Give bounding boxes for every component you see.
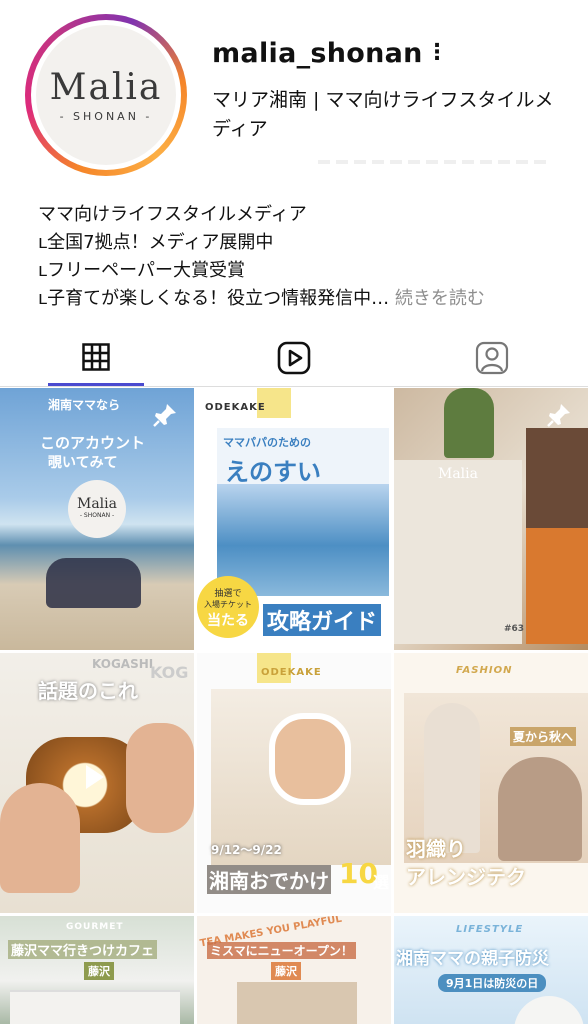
post-thumbnail[interactable]: FASHION 夏から秋へ 羽織り アレンジテク	[394, 653, 588, 913]
post-logo-subtext: - SHONAN -	[79, 512, 115, 519]
post-thumbnail[interactable]: Malia #63	[394, 388, 588, 650]
family-photo	[46, 558, 141, 608]
post-category-label: GOURMET	[66, 922, 124, 932]
photo-collage	[526, 428, 588, 528]
bio: ママ向けライフスタイルメディア ʟ全国7拠点！メディア展開中 ʟフリーペーパー大…	[38, 201, 578, 313]
post-caption-text: 攻略ガイド	[263, 604, 382, 636]
post-caption-text: ママパパのための	[223, 436, 311, 449]
cactus-photo	[444, 388, 494, 458]
post-logo-text: Malia	[77, 496, 117, 512]
read-more-link[interactable]: 続きを読む	[395, 288, 485, 309]
post-thumbnail[interactable]: LIFESTYLE 湘南ママの親子防災 9月1日は防災の日	[394, 916, 588, 1024]
post-caption-text: このアカウント	[40, 434, 146, 452]
post-category-label: LIFESTYLE	[456, 924, 524, 935]
avatar-logo-subtext: - SHONAN -	[59, 110, 153, 123]
child-face	[269, 713, 351, 805]
hand-photo	[126, 723, 194, 833]
post-thumbnail[interactable]: KOGASHI KOG 話題のこれ	[0, 653, 194, 913]
post-caption-text: 選	[373, 873, 390, 892]
tab-tagged[interactable]	[444, 330, 540, 386]
post-category-label: ODEKAKE	[261, 667, 322, 678]
prize-badge-text: 当たる	[207, 613, 249, 629]
bio-line: ʟ全国7拠点！メディア展開中	[38, 232, 274, 253]
post-caption-text: 藤沢ママ行きつけカフェ	[8, 940, 158, 959]
post-caption-text: アレンジテク	[406, 865, 526, 889]
post-caption-text: 9月1日は防災の日	[438, 974, 547, 992]
hand-photo	[0, 783, 80, 893]
pin-icon	[547, 404, 570, 427]
shop-photo	[237, 982, 357, 1024]
tagged-user-icon	[475, 341, 509, 375]
magazine-issue: #63	[504, 624, 525, 634]
prize-badge-text: 入場チケット	[204, 600, 252, 609]
profile-fullname: マリア湘南 | ママ向けライフスタイルメディア	[212, 89, 554, 140]
prize-badge-text: 抽選で	[214, 589, 242, 599]
more-options-icon[interactable]: ⋮	[426, 42, 448, 66]
cafe-photo	[10, 990, 180, 1024]
post-category-label: FASHION	[456, 665, 513, 676]
play-icon	[86, 765, 104, 789]
post-caption-text: 9/12〜9/22	[211, 843, 282, 857]
post-thumbnail[interactable]: GOURMET 藤沢ママ行きつけカフェ 藤沢	[0, 916, 194, 1024]
bio-line: ʟ子育てが楽しくなる！役立つ情報発信中…	[38, 288, 390, 309]
post-caption-text: 藤沢	[271, 962, 301, 980]
post-thumbnail[interactable]: ODEKAKE 9/12〜9/22 湘南おでかけ 10 選	[197, 653, 391, 913]
story-ring[interactable]: Malia - SHONAN -	[25, 14, 187, 176]
post-thumbnail[interactable]: TEA MAKES YOU PLAYFUL ミスマにニューオープン！ 藤沢	[197, 916, 391, 1024]
avatar-logo-text: Malia	[49, 67, 163, 108]
profile-tabs	[0, 330, 588, 386]
tabs-divider	[0, 386, 588, 387]
pin-icon	[153, 404, 176, 427]
post-category-label: ODEKAKE	[205, 402, 266, 413]
helmet-photo	[514, 996, 584, 1024]
magazine-cover	[394, 460, 522, 644]
post-thumbnail[interactable]: 湘南ママなら このアカウント 覗いてみて Malia - SHONAN -	[0, 388, 194, 650]
bio-line-last: ʟ子育てが楽しくなる！役立つ情報発信中… 続きを読む	[38, 285, 578, 313]
post-logo-badge: Malia - SHONAN -	[68, 480, 126, 538]
post-caption-text: ミスマにニューオープン！	[207, 942, 356, 959]
post-caption-text: KOG	[150, 663, 189, 682]
posts-grid: 湘南ママなら このアカウント 覗いてみて Malia - SHONAN - OD…	[0, 388, 588, 1024]
post-caption-text: 湘南ママなら	[48, 398, 121, 412]
photo-collage	[526, 528, 588, 644]
bio-line: ʟフリーペーパー大賞受賞	[38, 260, 245, 281]
bio-line: ママ向けライフスタイルメディア	[38, 204, 307, 225]
post-caption-text: 羽織り	[406, 837, 466, 861]
tab-posts[interactable]	[48, 330, 144, 386]
model-photo	[498, 757, 582, 861]
post-caption-text: 藤沢	[84, 962, 114, 980]
model-photo	[424, 703, 480, 853]
post-caption-text: 夏から秋へ	[510, 727, 577, 746]
post-caption-text: 湘南おでかけ	[207, 865, 331, 894]
post-caption-text: KOGASHI	[92, 657, 154, 671]
profile-header: Malia - SHONAN - malia_shonan ⋮ マリア湘南 | …	[0, 0, 588, 190]
username: malia_shonan	[212, 38, 423, 69]
magazine-title: Malia	[438, 466, 478, 482]
post-caption-text: 湘南ママの親子防災	[396, 949, 549, 969]
prize-badge: 抽選で 入場チケット 当たる	[197, 576, 259, 638]
avatar[interactable]: Malia - SHONAN -	[36, 25, 176, 165]
post-caption-text: 話題のこれ	[38, 679, 138, 703]
post-thumbnail[interactable]: ODEKAKE ママパパのための えのすい 抽選で 入場チケット 当たる 攻略ガ…	[197, 388, 391, 650]
reels-icon	[277, 341, 311, 375]
post-caption-text: えのすい	[225, 458, 321, 486]
tab-reels[interactable]	[246, 330, 342, 386]
post-caption-text: 覗いてみて	[48, 455, 118, 471]
blurred-stats	[318, 160, 548, 164]
grid-icon	[82, 342, 110, 371]
